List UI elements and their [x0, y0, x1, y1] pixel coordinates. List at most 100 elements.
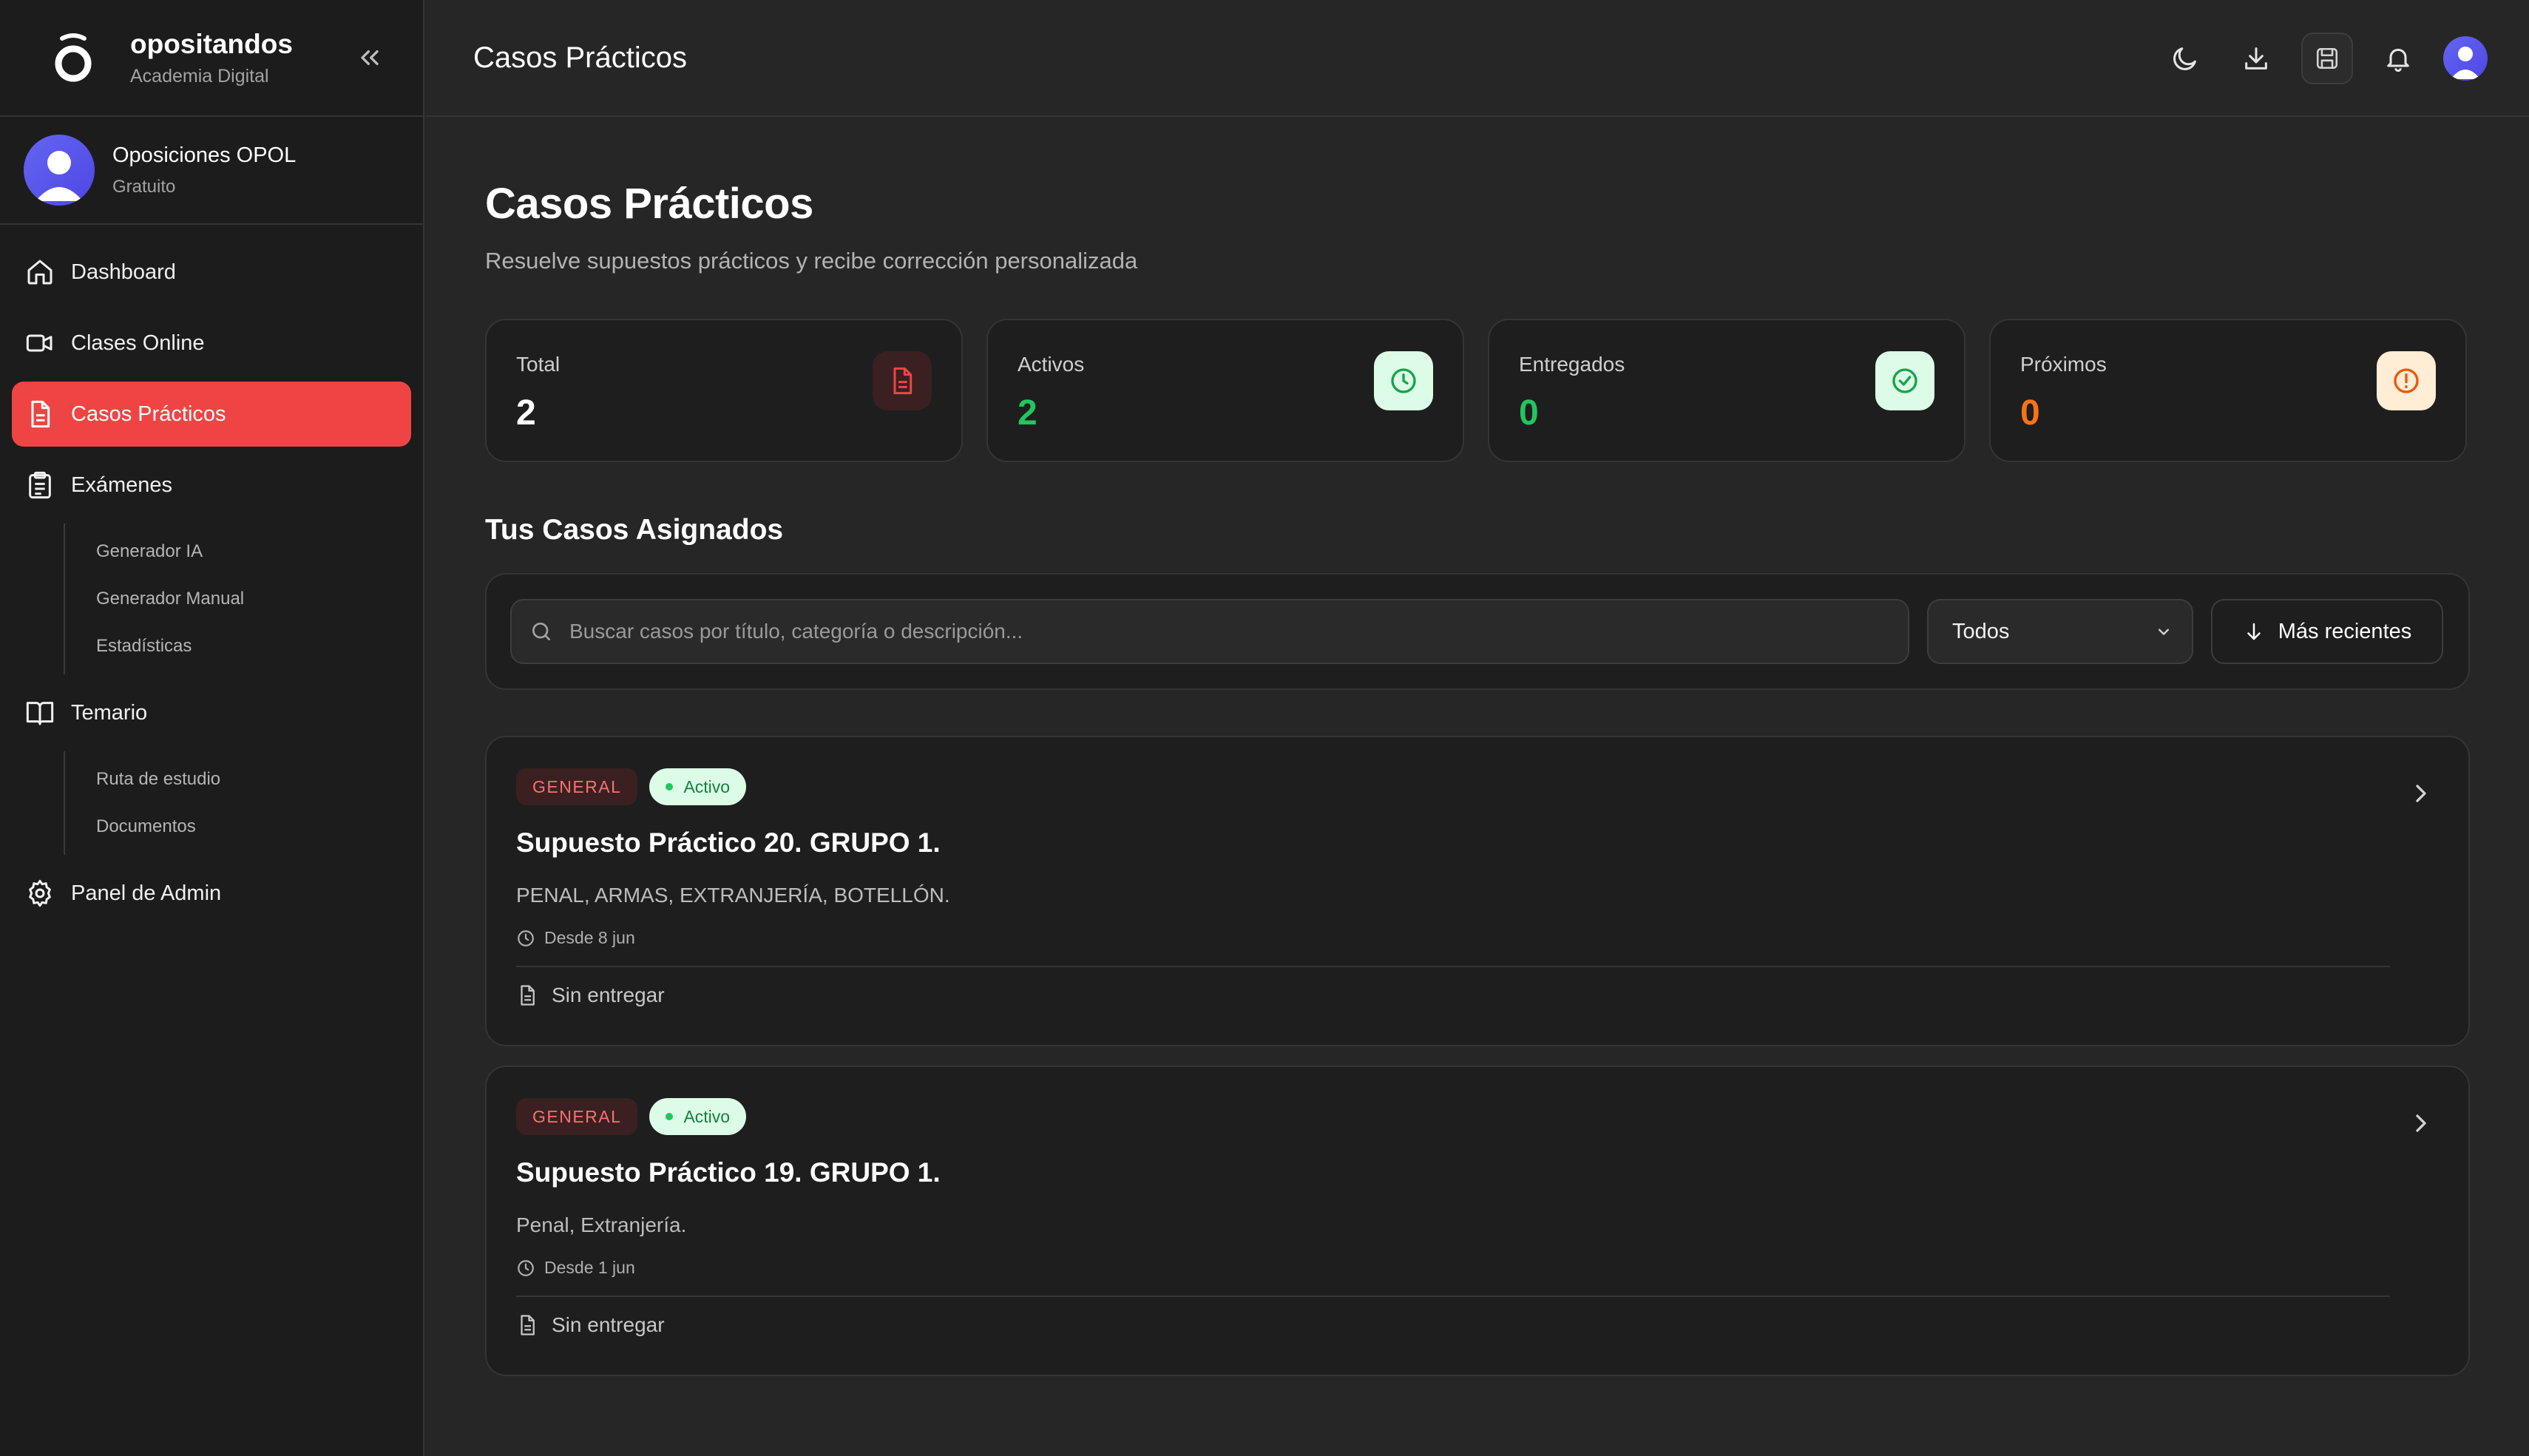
sidebar-item-label: Clases Online	[71, 331, 205, 355]
collapse-sidebar-icon[interactable]	[355, 43, 385, 72]
arrow-down-icon	[2247, 623, 2261, 640]
user-profile[interactable]: Oposiciones OPOL Gratuito	[0, 117, 423, 225]
case-delivery-status: Sin entregar	[516, 983, 2439, 1007]
subnav-item-generador-manual[interactable]: Generador Manual	[96, 575, 423, 623]
brand-subtitle: Academia Digital	[130, 65, 269, 87]
save-icon	[2316, 47, 2338, 70]
user-plan: Gratuito	[112, 176, 176, 197]
search-box	[510, 599, 1909, 664]
clock-icon	[518, 930, 534, 947]
case-badges: GENERAL Activo	[516, 768, 2439, 805]
search-icon	[532, 623, 550, 640]
stat-icon-box	[873, 351, 932, 410]
document-icon	[31, 400, 50, 428]
stat-value: 2	[516, 393, 536, 433]
case-title: Supuesto Práctico 19. GRUPO 1.	[516, 1157, 941, 1188]
case-card[interactable]: GENERAL Activo Supuesto Práctico 19. GRU…	[485, 1066, 2470, 1376]
video-icon	[26, 334, 53, 352]
download-button[interactable]	[2230, 33, 2282, 84]
avatar	[24, 135, 95, 206]
stat-icon-box	[1374, 351, 1433, 410]
chevron-right-icon[interactable]	[2406, 779, 2436, 808]
stats-row: Total 2 Activos 2 Entregados 0 Próximos …	[485, 319, 2470, 462]
stat-label: Activos	[1018, 353, 1085, 376]
stat-value: 0	[2020, 393, 2040, 433]
sidebar-item-casos-practicos[interactable]: Casos Prácticos	[12, 382, 411, 447]
clipboard-icon	[29, 471, 51, 499]
case-card[interactable]: GENERAL Activo Supuesto Práctico 20. GRU…	[485, 736, 2470, 1046]
subnav-item-documentos[interactable]: Documentos	[96, 803, 423, 850]
sidebar-item-label: Panel de Admin	[71, 881, 222, 905]
category-badge: GENERAL	[516, 1098, 638, 1135]
page-title: Casos Prácticos	[485, 180, 813, 228]
sort-button[interactable]: Más recientes	[2211, 599, 2443, 664]
divider	[516, 1296, 2390, 1297]
subnav-item-ruta-de-estudio[interactable]: Ruta de estudio	[96, 756, 423, 803]
document-icon	[893, 367, 913, 395]
subnav-temario: Ruta de estudio Documentos	[64, 751, 423, 855]
home-icon	[27, 260, 53, 285]
book-icon	[26, 702, 54, 725]
case-date: Desde 1 jun	[516, 1258, 2439, 1278]
clock-icon	[518, 1259, 534, 1276]
status-label: Activo	[683, 1106, 731, 1126]
save-button[interactable]	[2301, 33, 2353, 84]
sidebar-item-label: Exámenes	[71, 473, 173, 497]
status-filter-select[interactable]: Todos	[1927, 599, 2193, 664]
stat-icon-box	[1875, 351, 1934, 410]
delivery-label: Sin entregar	[552, 983, 665, 1006]
sidebar-nav: Dashboard Clases Online Casos Prácticos …	[0, 225, 423, 926]
header-title: Casos Prácticos	[473, 41, 687, 74]
section-title: Tus Casos Asignados	[485, 514, 784, 546]
subnav-item-generador-ia[interactable]: Generador IA	[96, 528, 423, 575]
case-date: Desde 8 jun	[516, 928, 2439, 948]
status-dot	[666, 1113, 674, 1120]
notifications-button[interactable]	[2372, 33, 2424, 84]
stat-card-entregados: Entregados 0	[1488, 319, 1966, 462]
gear-icon	[29, 879, 51, 907]
sidebar-item-clases-online[interactable]: Clases Online	[12, 311, 411, 376]
document-icon	[521, 1315, 535, 1335]
sidebar-item-label: Casos Prácticos	[71, 402, 226, 426]
case-delivery-status: Sin entregar	[516, 1313, 2439, 1337]
case-description: PENAL, ARMAS, EXTRANJERÍA, BOTELLÓN.	[516, 884, 950, 907]
check-circle-icon	[1892, 368, 1917, 393]
stat-icon-box	[2377, 351, 2436, 410]
sidebar-item-examenes[interactable]: Exámenes	[12, 453, 411, 518]
page-subtitle: Resuelve supuestos prácticos y recibe co…	[485, 248, 1138, 274]
filter-bar: Todos Más recientes	[485, 573, 2470, 690]
chevron-right-icon[interactable]	[2406, 1108, 2436, 1138]
sidebar-item-label: Temario	[71, 700, 148, 725]
case-date-label: Desde 1 jun	[544, 1258, 635, 1277]
stat-card-proximos: Próximos 0	[1989, 319, 2467, 462]
search-input[interactable]	[569, 620, 1886, 643]
download-icon	[2245, 47, 2267, 70]
avatar[interactable]	[2443, 36, 2488, 81]
sort-label: Más recientes	[2278, 619, 2412, 643]
subnav-item-estadisticas[interactable]: Estadísticas	[96, 623, 423, 670]
brand-name: opositandos	[130, 29, 293, 60]
status-label: Activo	[683, 776, 731, 796]
alert-circle-icon	[2394, 368, 2419, 393]
sidebar-item-panel-admin[interactable]: Panel de Admin	[12, 861, 411, 926]
case-title: Supuesto Práctico 20. GRUPO 1.	[516, 827, 941, 858]
stat-label: Entregados	[1519, 353, 1625, 376]
sidebar-item-dashboard[interactable]: Dashboard	[12, 240, 411, 305]
sidebar-item-temario[interactable]: Temario	[12, 680, 411, 745]
sidebar: opositandos Academia Digital Oposiciones…	[0, 0, 424, 1456]
header-actions	[2140, 33, 2488, 84]
chevron-down-icon	[2159, 629, 2169, 635]
stat-label: Próximos	[2020, 353, 2107, 376]
divider	[516, 966, 2390, 967]
stat-label: Total	[516, 353, 561, 376]
logo-icon	[55, 33, 92, 82]
delivery-label: Sin entregar	[552, 1313, 665, 1336]
clock-icon	[1391, 368, 1416, 393]
case-date-label: Desde 8 jun	[544, 928, 635, 947]
stat-value: 0	[1519, 393, 1539, 433]
bell-icon	[2387, 48, 2409, 72]
moon-icon	[2173, 47, 2196, 70]
select-value: Todos	[1952, 619, 2010, 643]
theme-toggle-button[interactable]	[2159, 33, 2211, 84]
document-icon	[521, 985, 535, 1006]
